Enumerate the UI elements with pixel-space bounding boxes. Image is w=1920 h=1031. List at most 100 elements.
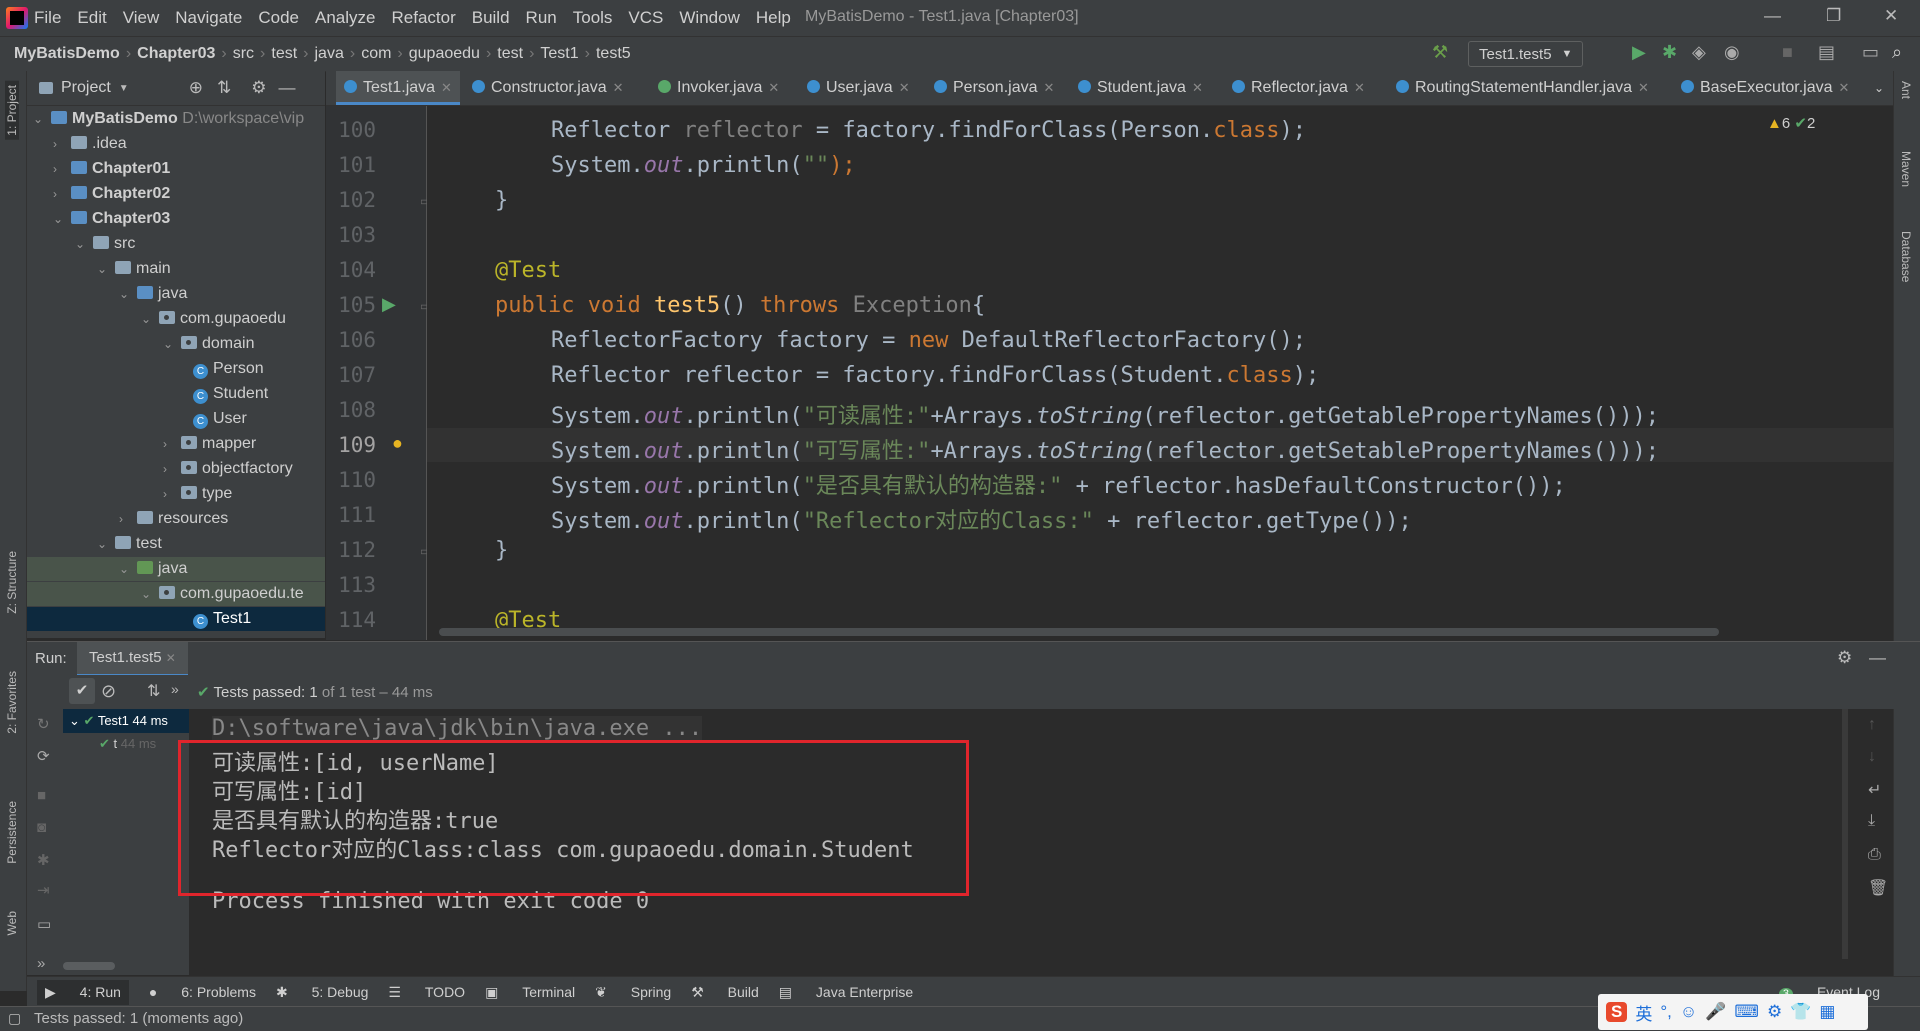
tab-student[interactable]: Student.java ✕ [1078, 71, 1203, 105]
breadcrumb-item[interactable]: test [271, 45, 297, 63]
export-icon[interactable]: ⇥ [37, 881, 50, 899]
breadcrumb-item[interactable]: java [315, 45, 344, 63]
tree-item[interactable]: › resources [119, 507, 228, 531]
emoji-icon[interactable]: ☺ [1680, 1002, 1697, 1022]
more-icon[interactable]: » [171, 681, 179, 697]
tree-item[interactable]: ⌄ java [27, 557, 325, 581]
breadcrumb-item[interactable]: test5 [596, 45, 631, 63]
horizontal-scrollbar[interactable] [63, 962, 115, 970]
menu-analyze[interactable]: Analyze [315, 8, 375, 28]
menu-build[interactable]: Build [472, 8, 510, 28]
layout-icon[interactable]: ▭ [1862, 42, 1879, 63]
breadcrumb-item[interactable]: com [361, 45, 391, 63]
tree-item[interactable]: C Person [193, 357, 264, 381]
sort-icon[interactable]: ⇅ [147, 681, 160, 701]
show-passed-icon[interactable]: ✔ [69, 678, 95, 704]
project-view-select[interactable]: Project [61, 79, 111, 97]
menu-help[interactable]: Help [756, 8, 791, 28]
close-icon[interactable]: ✕ [1638, 80, 1649, 95]
tree-item[interactable]: ⌄ test [97, 532, 162, 556]
close-icon[interactable]: ✕ [1192, 80, 1203, 95]
tool-persistence[interactable]: Persistence [5, 801, 19, 864]
tree-item[interactable]: ⌄ MyBatisDemo D:\workspace\vip [33, 107, 304, 131]
search-icon[interactable]: ⌕ [1892, 42, 1902, 63]
keyboard-icon[interactable]: ⌨ [1734, 1002, 1759, 1022]
tree-item[interactable]: › mapper [163, 432, 256, 456]
menu-refactor[interactable]: Refactor [391, 8, 455, 28]
run-tab[interactable]: Test1.test5 ✕ [77, 642, 188, 677]
tool-web[interactable]: Web [5, 911, 19, 935]
gear-icon[interactable]: ⚙ [1837, 648, 1852, 668]
close-icon[interactable]: ✕ [441, 80, 452, 95]
more-icon[interactable]: » [37, 955, 45, 972]
trash-icon[interactable]: 🗑 [1868, 878, 1888, 898]
layout-icon[interactable]: ▭ [37, 915, 51, 933]
run-icon[interactable]: ▶ [1632, 42, 1646, 63]
tree-item[interactable]: ⌄ main [97, 257, 171, 281]
tree-item[interactable]: › .idea [53, 132, 127, 156]
tab-test1[interactable]: Test1.java ✕ [336, 71, 460, 105]
test-tree-root[interactable]: ⌄ ✔ Test1 44 ms [63, 709, 189, 733]
tool-terminal[interactable]: ▣ Terminal [485, 984, 575, 1001]
toggle-auto-test-icon[interactable]: ⟳ [37, 747, 50, 765]
arrow-up-icon[interactable]: ↑ [1868, 716, 1876, 734]
show-ignored-icon[interactable]: ⊘ [101, 681, 116, 702]
tool-database[interactable]: Database [1899, 231, 1913, 282]
debug-icon[interactable]: ✱ [37, 851, 50, 869]
gear-icon[interactable]: ⚙ [251, 78, 266, 98]
tool-favorites[interactable]: 2: Favorites [5, 671, 19, 734]
hide-panel-icon[interactable]: — [1869, 648, 1886, 668]
breadcrumb-item[interactable]: MyBatisDemo [14, 45, 120, 63]
print-icon[interactable]: ⎙ [1868, 846, 1881, 864]
tree-item[interactable]: › Chapter01 [53, 157, 170, 181]
ime-language[interactable]: 英 [1635, 1000, 1652, 1025]
breadcrumb-item[interactable]: Test1 [540, 45, 578, 63]
tool-java-enterprise[interactable]: ▤ Java Enterprise [779, 984, 913, 1001]
tree-item[interactable]: ⌄ java [119, 282, 187, 306]
grid-icon[interactable]: ▦ [1819, 1002, 1835, 1022]
tab-routingstatementhandler[interactable]: RoutingStatementHandler.java ✕ [1396, 71, 1649, 105]
tree-item[interactable]: C Student [193, 382, 268, 406]
ime-toolbar[interactable]: S 英 °, ☺ 🎤 ⌨ ⚙ 👕 ▦ [1598, 994, 1868, 1030]
locate-icon[interactable]: ⊕ [189, 78, 203, 98]
tools-icon[interactable]: ⚙ [1767, 1002, 1782, 1022]
menu-file[interactable]: File [34, 8, 61, 28]
tab-baseexecutor[interactable]: BaseExecutor.java ✕ [1681, 71, 1849, 105]
close-icon[interactable]: ✕ [166, 651, 176, 665]
tree-item[interactable]: ⌄ com.gupaoedu [141, 307, 286, 331]
close-icon[interactable]: ✕ [1044, 80, 1055, 95]
tab-reflector[interactable]: Reflector.java ✕ [1232, 71, 1365, 105]
tree-item-selected[interactable]: C Test1 [27, 607, 325, 631]
close-icon[interactable]: ✕ [1839, 80, 1850, 95]
chevron-down-icon[interactable]: ▼ [119, 83, 129, 94]
lightbulb-icon[interactable]: ● [392, 433, 403, 454]
tool-spring[interactable]: ❦ Spring [595, 984, 671, 1001]
soft-wrap-icon[interactable]: ↵ [1868, 780, 1881, 800]
collapse-all-icon[interactable]: ⇅ [217, 78, 231, 98]
tool-project[interactable]: 1: Project [5, 81, 19, 140]
test-tree-child[interactable]: ✔ t 44 ms [99, 736, 156, 752]
build-hammer-icon[interactable]: ⚒ [1432, 42, 1448, 63]
tab-constructor[interactable]: Constructor.java ✕ [472, 71, 624, 105]
close-icon[interactable]: ✕ [1354, 80, 1365, 95]
tool-problems[interactable]: ● 6: Problems [149, 984, 256, 1000]
tree-item[interactable]: ⌄ com.gupaoedu.te [27, 582, 325, 606]
menu-navigate[interactable]: Navigate [175, 8, 242, 28]
tree-item[interactable]: C User [193, 407, 247, 431]
profile-icon[interactable]: ◉ [1724, 42, 1740, 63]
breadcrumb-item[interactable]: gupaoedu [409, 45, 480, 63]
menu-tools[interactable]: Tools [573, 8, 613, 28]
tab-person[interactable]: Person.java ✕ [934, 71, 1054, 105]
code-editor[interactable]: Reflector reflector = factory.findForCla… [427, 106, 1893, 640]
coverage-icon[interactable]: ◈ [1692, 42, 1706, 63]
rerun-failed-icon[interactable]: ↻ [37, 715, 50, 733]
stop-icon[interactable]: ■ [37, 787, 46, 804]
tree-item[interactable]: ⌄ domain [163, 332, 254, 356]
tool-ant[interactable]: Ant [1899, 81, 1913, 99]
tool-build[interactable]: ⚒ Build [691, 984, 759, 1001]
tree-item[interactable]: ⌄ src [75, 232, 135, 256]
microphone-icon[interactable]: 🎤 [1705, 1002, 1726, 1022]
layout-icon[interactable]: ▢ [8, 1010, 21, 1027]
breadcrumb-item[interactable]: Chapter03 [137, 45, 215, 63]
close-icon[interactable]: ✕ [768, 80, 779, 95]
